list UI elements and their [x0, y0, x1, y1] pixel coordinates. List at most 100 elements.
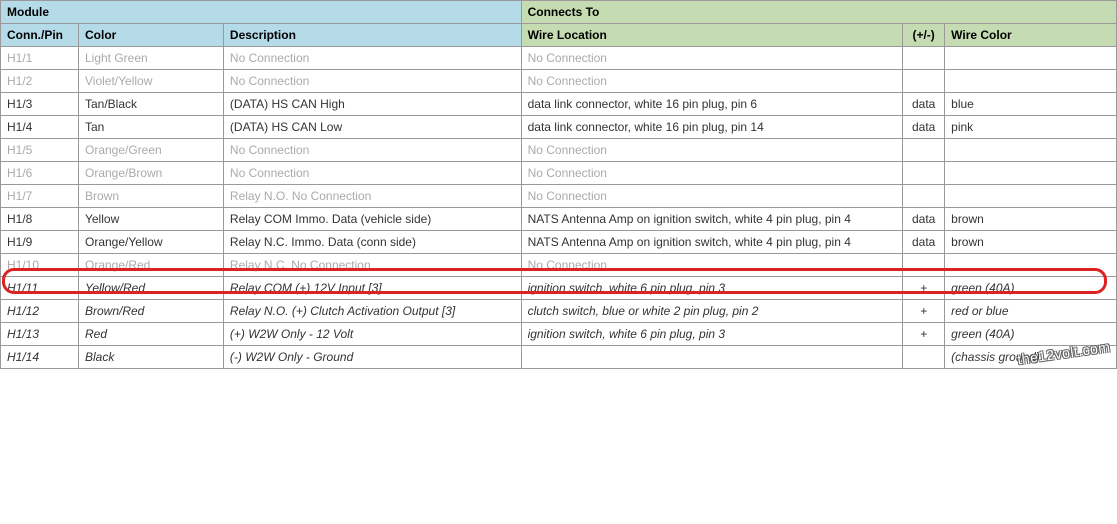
table-row: H1/1Light GreenNo ConnectionNo Connectio… — [1, 47, 1117, 70]
cell-wire-location: No Connection — [521, 162, 903, 185]
table-row: H1/8YellowRelay COM Immo. Data (vehicle … — [1, 208, 1117, 231]
cell-polarity — [903, 70, 945, 93]
header-pin: Conn./Pin — [1, 24, 79, 47]
cell-color: Red — [78, 323, 223, 346]
cell-pin: H1/10 — [1, 254, 79, 277]
cell-color: Black — [78, 346, 223, 369]
wiring-table: Module Connects To Conn./Pin Color Descr… — [0, 0, 1117, 369]
cell-polarity — [903, 47, 945, 70]
table-row: H1/7BrownRelay N.O. No ConnectionNo Conn… — [1, 185, 1117, 208]
table-row: H1/11Yellow/RedRelay COM (+) 12V Input [… — [1, 277, 1117, 300]
cell-description: (+) W2W Only - 12 Volt — [223, 323, 521, 346]
cell-wire-color: brown — [945, 208, 1117, 231]
cell-pin: H1/9 — [1, 231, 79, 254]
cell-wire-location — [521, 346, 903, 369]
cell-color: Orange/Brown — [78, 162, 223, 185]
cell-wire-color: green (40A) — [945, 277, 1117, 300]
cell-wire-color — [945, 139, 1117, 162]
cell-pin: H1/4 — [1, 116, 79, 139]
cell-wire-color — [945, 70, 1117, 93]
cell-pin: H1/3 — [1, 93, 79, 116]
cell-description: Relay N.C. Immo. Data (conn side) — [223, 231, 521, 254]
cell-color: Violet/Yellow — [78, 70, 223, 93]
cell-color: Yellow/Red — [78, 277, 223, 300]
table-row: H1/3Tan/Black(DATA) HS CAN Highdata link… — [1, 93, 1117, 116]
cell-polarity: + — [903, 277, 945, 300]
cell-color: Light Green — [78, 47, 223, 70]
cell-pin: H1/13 — [1, 323, 79, 346]
header-wire-location: Wire Location — [521, 24, 903, 47]
table-row: H1/10Orange/RedRelay N.C. No ConnectionN… — [1, 254, 1117, 277]
cell-description: Relay N.O. No Connection — [223, 185, 521, 208]
cell-polarity: data — [903, 208, 945, 231]
cell-description: (-) W2W Only - Ground — [223, 346, 521, 369]
table-row: H1/9Orange/YellowRelay N.C. Immo. Data (… — [1, 231, 1117, 254]
cell-pin: H1/7 — [1, 185, 79, 208]
cell-wire-color: blue — [945, 93, 1117, 116]
cell-pin: H1/8 — [1, 208, 79, 231]
cell-pin: H1/5 — [1, 139, 79, 162]
cell-wire-location: data link connector, white 16 pin plug, … — [521, 93, 903, 116]
cell-color: Orange/Yellow — [78, 231, 223, 254]
cell-wire-location: data link connector, white 16 pin plug, … — [521, 116, 903, 139]
header-color: Color — [78, 24, 223, 47]
cell-polarity: + — [903, 300, 945, 323]
cell-color: Tan/Black — [78, 93, 223, 116]
cell-polarity — [903, 346, 945, 369]
cell-polarity — [903, 185, 945, 208]
cell-color: Tan — [78, 116, 223, 139]
table-row: H1/12Brown/RedRelay N.O. (+) Clutch Acti… — [1, 300, 1117, 323]
cell-polarity: data — [903, 116, 945, 139]
cell-description: Relay COM (+) 12V Input [3] — [223, 277, 521, 300]
cell-polarity: data — [903, 231, 945, 254]
cell-polarity: data — [903, 93, 945, 116]
cell-wire-location: No Connection — [521, 185, 903, 208]
cell-description: No Connection — [223, 162, 521, 185]
cell-wire-color: pink — [945, 116, 1117, 139]
cell-wire-color — [945, 185, 1117, 208]
cell-wire-location: No Connection — [521, 139, 903, 162]
cell-color: Orange/Red — [78, 254, 223, 277]
cell-description: Relay N.C. No Connection — [223, 254, 521, 277]
table-row: H1/4Tan(DATA) HS CAN Lowdata link connec… — [1, 116, 1117, 139]
header-wire-color: Wire Color — [945, 24, 1117, 47]
table-row: H1/5Orange/GreenNo ConnectionNo Connecti… — [1, 139, 1117, 162]
table-row: H1/14Black(-) W2W Only - Ground(chassis … — [1, 346, 1117, 369]
cell-polarity — [903, 139, 945, 162]
cell-color: Orange/Green — [78, 139, 223, 162]
cell-color: Yellow — [78, 208, 223, 231]
cell-description: No Connection — [223, 70, 521, 93]
cell-description: No Connection — [223, 47, 521, 70]
cell-wire-location: No Connection — [521, 254, 903, 277]
cell-wire-location: No Connection — [521, 70, 903, 93]
cell-pin: H1/6 — [1, 162, 79, 185]
cell-color: Brown/Red — [78, 300, 223, 323]
cell-pin: H1/12 — [1, 300, 79, 323]
cell-pin: H1/2 — [1, 70, 79, 93]
cell-pin: H1/14 — [1, 346, 79, 369]
header-description: Description — [223, 24, 521, 47]
cell-polarity: + — [903, 323, 945, 346]
cell-wire-location: No Connection — [521, 47, 903, 70]
cell-wire-color: red or blue — [945, 300, 1117, 323]
cell-pin: H1/11 — [1, 277, 79, 300]
table-row: H1/13Red(+) W2W Only - 12 Voltignition s… — [1, 323, 1117, 346]
cell-wire-location: ignition switch, white 6 pin plug, pin 3 — [521, 323, 903, 346]
cell-description: (DATA) HS CAN High — [223, 93, 521, 116]
header-module: Module — [1, 1, 522, 24]
header-polarity: (+/-) — [903, 24, 945, 47]
cell-description: (DATA) HS CAN Low — [223, 116, 521, 139]
cell-wire-color: brown — [945, 231, 1117, 254]
header-connects: Connects To — [521, 1, 1116, 24]
cell-wire-location: ignition switch, white 6 pin plug, pin 3 — [521, 277, 903, 300]
cell-wire-color — [945, 162, 1117, 185]
table-row: H1/6Orange/BrownNo ConnectionNo Connecti… — [1, 162, 1117, 185]
cell-color: Brown — [78, 185, 223, 208]
cell-wire-color — [945, 47, 1117, 70]
cell-wire-color — [945, 254, 1117, 277]
cell-polarity — [903, 254, 945, 277]
cell-pin: H1/1 — [1, 47, 79, 70]
cell-wire-location: clutch switch, blue or white 2 pin plug,… — [521, 300, 903, 323]
cell-polarity — [903, 162, 945, 185]
cell-description: Relay N.O. (+) Clutch Activation Output … — [223, 300, 521, 323]
